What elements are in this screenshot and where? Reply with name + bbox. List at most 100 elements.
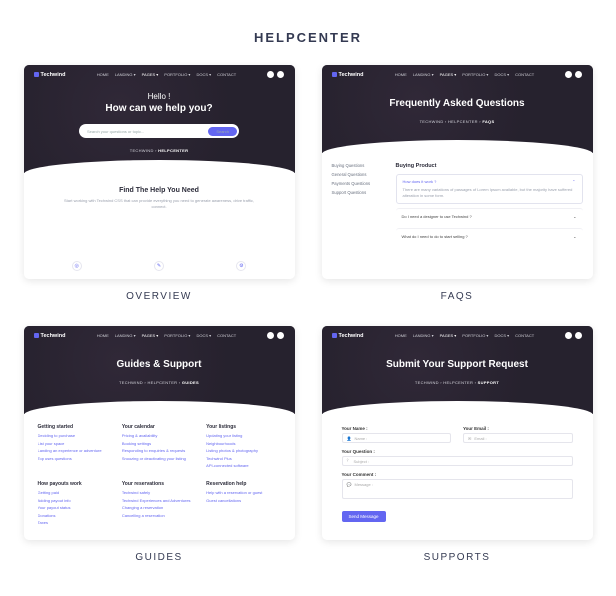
guide-link[interactable]: List your space [38, 441, 112, 447]
hero-title: Frequently Asked Questions [332, 98, 583, 109]
guide-link[interactable]: Snoozing or deactivating your listing [122, 456, 196, 462]
feature-icon[interactable]: ⚙ [236, 261, 246, 271]
card-caption: GUIDES [135, 552, 182, 563]
guide-link[interactable]: Neighbourhoods [206, 441, 280, 447]
comment-label: Your Comment : [342, 472, 573, 477]
guide-link[interactable]: Deciding to purchase [38, 433, 112, 439]
nav-circle-icon[interactable] [267, 332, 274, 339]
nav-links[interactable]: HOMELANDING ▾PAGES ▾PORTFOLIO ▾DOCS ▾CON… [97, 333, 236, 338]
feature-icon[interactable]: ✎ [154, 261, 164, 271]
guide-link[interactable]: Listing photos & photography [206, 448, 280, 454]
name-field[interactable]: 👤Name : [342, 433, 452, 443]
brand[interactable]: Techwind [332, 72, 364, 78]
guide-link[interactable]: Techwind Experiences and Adventures [122, 498, 196, 504]
card-caption: FAQS [441, 291, 474, 302]
nav-icons[interactable] [267, 332, 284, 339]
send-button[interactable]: Send Message [342, 511, 386, 522]
chevron-down-icon: ⌄ [573, 234, 576, 239]
faq-item[interactable]: What do I need to do to start selling ?⌄ [396, 228, 583, 244]
brand-text: Techwind [41, 72, 66, 78]
section-subtitle: Start working with Techwind CSS that can… [36, 198, 283, 210]
faq-categories[interactable]: Buying Questions General Questions Payme… [332, 163, 388, 273]
guide-link[interactable]: Adding payout info [38, 498, 112, 504]
guide-link[interactable]: Landing an experience or adventure [38, 448, 112, 454]
guide-link[interactable]: Updating your listing [206, 433, 280, 439]
guide-col: How payouts workGetting paidAdding payou… [38, 481, 112, 530]
brand-text: Techwind [41, 333, 66, 339]
search-button[interactable]: Search [208, 127, 237, 136]
card-supports[interactable]: Techwind HOMELANDING ▾PAGES ▾PORTFOLIO ▾… [322, 326, 593, 540]
guide-link[interactable]: Donations [38, 513, 112, 519]
guide-link[interactable]: Guest cancellations [206, 498, 280, 504]
nav-links[interactable]: HOMELANDING ▾PAGES ▾PORTFOLIO ▾DOCS ▾CON… [97, 72, 236, 77]
guide-link[interactable]: Getting paid [38, 490, 112, 496]
guide-link[interactable]: Your payout status [38, 505, 112, 511]
nav-bar: Techwind HOMELANDING ▾PAGES ▾PORTFOLIO ▾… [332, 332, 583, 339]
email-field[interactable]: ✉Email : [463, 433, 573, 443]
nav-icons[interactable] [565, 71, 582, 78]
email-label: Your Email : [463, 426, 573, 431]
guide-link[interactable]: API-connected software [206, 463, 280, 469]
search-input[interactable]: Search your questions or topic... Search [79, 124, 239, 138]
nav-circle-icon[interactable] [575, 332, 582, 339]
faq-section-title: Buying Product [396, 163, 583, 169]
faq-cat[interactable]: General Questions [332, 172, 388, 177]
card-overview[interactable]: Techwind HOMELANDING ▾PAGES ▾PORTFOLIO ▾… [24, 65, 295, 279]
chevron-down-icon: ⌄ [573, 214, 576, 219]
guide-link[interactable]: Responding to enquiries & requests [122, 448, 196, 454]
guide-link[interactable]: Changing a reservation [122, 505, 196, 511]
hero-title: How can we help you? [34, 103, 285, 114]
card-caption: SUPPORTS [424, 552, 491, 563]
nav-circle-icon[interactable] [565, 71, 572, 78]
faq-cat[interactable]: Support Questions [332, 190, 388, 195]
breadcrumb: TECHWIND › HELPCENTER › GUIDES [34, 380, 285, 385]
guide-link[interactable]: Cancelling a reservation [122, 513, 196, 519]
guide-col: Your reservationsTechwind safelyTechwind… [122, 481, 196, 530]
nav-bar: Techwind HOMELANDING ▾PAGES ▾PORTFOLIO ▾… [332, 71, 583, 78]
guide-col: Getting startedDeciding to purchaseList … [38, 424, 112, 473]
card-faqs[interactable]: Techwind HOMELANDING ▾PAGES ▾PORTFOLIO ▾… [322, 65, 593, 279]
nav-circle-icon[interactable] [277, 71, 284, 78]
nav-icons[interactable] [565, 332, 582, 339]
card-guides-wrap: Techwind HOMELANDING ▾PAGES ▾PORTFOLIO ▾… [22, 326, 296, 563]
nav-circle-icon[interactable] [575, 71, 582, 78]
guide-link[interactable]: Pricing & availability [122, 433, 196, 439]
nav-bar: Techwind HOMELANDING ▾PAGES ▾PORTFOLIO ▾… [34, 332, 285, 339]
chevron-up-icon: ⌃ [572, 179, 575, 184]
card-guides[interactable]: Techwind HOMELANDING ▾PAGES ▾PORTFOLIO ▾… [24, 326, 295, 540]
brand-text: Techwind [339, 72, 364, 78]
guide-link[interactable]: Booking settings [122, 441, 196, 447]
feature-icon[interactable]: ◎ [72, 261, 82, 271]
card-overview-wrap: Techwind HOMELANDING ▾PAGES ▾PORTFOLIO ▾… [22, 65, 296, 302]
faq-cat[interactable]: Payments Questions [332, 181, 388, 186]
brand-icon [34, 333, 39, 338]
page-title: HELPCENTER [0, 0, 616, 65]
message-field[interactable]: 💬Message : [342, 479, 573, 499]
nav-bar: Techwind HOMELANDING ▾PAGES ▾PORTFOLIO ▾… [34, 71, 285, 78]
guide-link[interactable]: Techwind safely [122, 490, 196, 496]
guide-col: Your calendarPricing & availabilityBooki… [122, 424, 196, 473]
faq-item[interactable]: Do I need a designer to use Techwind ?⌄ [396, 208, 583, 224]
faq-cat[interactable]: Buying Questions [332, 163, 388, 168]
nav-circle-icon[interactable] [565, 332, 572, 339]
guide-link[interactable]: Techwind Plus [206, 456, 280, 462]
subject-field[interactable]: ？Subject : [342, 456, 573, 466]
faq-answer: There are many variations of passages of… [403, 187, 576, 199]
guide-link[interactable]: Top uses questions [38, 456, 112, 462]
card-caption: OVERVIEW [126, 291, 192, 302]
breadcrumb: TECHWIND › HELPCENTER › SUPPORT [332, 380, 583, 385]
brand[interactable]: Techwind [332, 333, 364, 339]
guide-col: Your listingsUpdating your listingNeighb… [206, 424, 280, 473]
nav-links[interactable]: HOMELANDING ▾PAGES ▾PORTFOLIO ▾DOCS ▾CON… [395, 72, 534, 77]
nav-links[interactable]: HOMELANDING ▾PAGES ▾PORTFOLIO ▾DOCS ▾CON… [395, 333, 534, 338]
faq-item-open[interactable]: How does it work ?⌃ There are many varia… [396, 174, 583, 204]
breadcrumb: TECHWIND › HELPCENTER › FAQS [332, 119, 583, 124]
guide-link[interactable]: Taxes [38, 520, 112, 526]
brand[interactable]: Techwind [34, 333, 66, 339]
brand[interactable]: Techwind [34, 72, 66, 78]
nav-circle-icon[interactable] [267, 71, 274, 78]
nav-circle-icon[interactable] [277, 332, 284, 339]
hero-title: Guides & Support [34, 359, 285, 370]
guide-link[interactable]: Help with a reservation or guest [206, 490, 280, 496]
nav-icons[interactable] [267, 71, 284, 78]
